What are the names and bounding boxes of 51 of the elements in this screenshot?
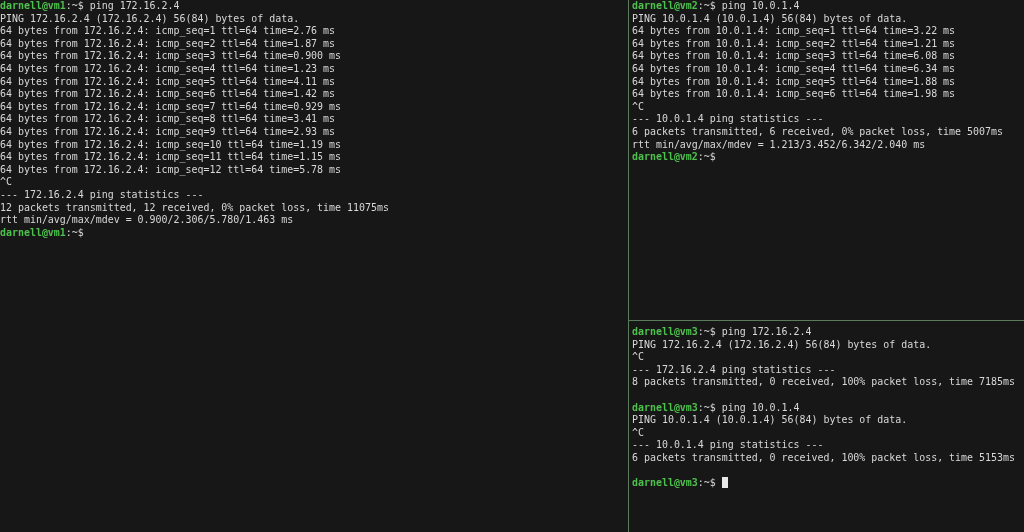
output-line: --- 172.16.2.4 ping statistics ---	[0, 188, 205, 202]
output-line: 64 bytes from 172.16.2.4: icmp_seq=8 ttl=64 time=3.41 ms	[0, 113, 337, 126]
output-line: ^C	[0, 176, 13, 189]
output-line: 64 bytes from 172.16.2.4: icmp_seq=10 ttl=64 time=1.19 ms	[0, 138, 343, 152]
output-line: 64 bytes from 172.16.2.4: icmp_seq=1 ttl=64 time=2.76 ms	[0, 25, 337, 38]
prompt-user: darnell@vm2	[632, 151, 698, 164]
command-text: :~$ ping 10.0.1.4	[697, 401, 800, 415]
prompt-user: darnell@vm2	[632, 0, 698, 13]
prompt-user: darnell@vm3	[632, 477, 698, 490]
prompt-user: darnell@vm1	[0, 0, 66, 13]
prompt-user: darnell@vm3	[632, 401, 698, 415]
output-line: --- 172.16.2.4 ping statistics ---	[632, 363, 837, 377]
output-line: PING 10.0.1.4 (10.0.1.4) 56(84) bytes of data.	[632, 12, 909, 26]
output-line: 8 packets transmitted, 0 received, 100% packet loss, time 7185ms	[632, 376, 1016, 389]
output-line: 6 packets transmitted, 0 received, 100% packet loss, time 5153ms	[632, 451, 1016, 465]
command-text: :~$ ping 10.0.1.4	[697, 0, 800, 13]
output-line: PING 172.16.2.4 (172.16.2.4) 56(84) bytes of data.	[632, 338, 933, 352]
output-line: 64 bytes from 172.16.2.4: icmp_seq=7 ttl=64 time=0.929 ms	[0, 100, 343, 114]
command-text: :~$	[697, 151, 716, 164]
output-line: 64 bytes from 10.0.1.4: icmp_seq=3 ttl=64 time=6.08 ms	[632, 50, 957, 63]
output-line: ^C	[632, 426, 645, 440]
output-line: 6 packets transmitted, 6 received, 0% packet loss, time 5007ms	[632, 125, 1004, 139]
output-line: 64 bytes from 172.16.2.4: icmp_seq=5 ttl=64 time=4.11 ms	[0, 75, 337, 89]
output-line: 64 bytes from 172.16.2.4: icmp_seq=6 ttl=64 time=1.42 ms	[0, 88, 337, 101]
output-line: rtt min/avg/max/mdev = 0.900/2.306/5.780/1.463 ms	[0, 214, 295, 227]
output-line: 64 bytes from 10.0.1.4: icmp_seq=5 ttl=64 time=1.88 ms	[632, 75, 957, 89]
output-line: 64 bytes from 172.16.2.4: icmp_seq=12 ttl=64 time=5.78 ms	[0, 163, 343, 177]
output-line: 64 bytes from 10.0.1.4: icmp_seq=1 ttl=64 time=3.22 ms	[632, 25, 957, 38]
output-line: rtt min/avg/max/mdev = 1.213/3.452/6.342/2.040 ms	[632, 138, 927, 152]
output-line: ^C	[632, 100, 645, 114]
output-line: 64 bytes from 10.0.1.4: icmp_seq=6 ttl=64 time=1.98 ms	[632, 88, 957, 101]
output-line: --- 10.0.1.4 ping statistics ---	[632, 439, 825, 452]
output-line: 64 bytes from 10.0.1.4: icmp_seq=4 ttl=64 time=6.34 ms	[632, 62, 957, 76]
output-line: --- 10.0.1.4 ping statistics ---	[632, 113, 825, 126]
output-line: 64 bytes from 172.16.2.4: icmp_seq=9 ttl=64 time=2.93 ms	[0, 125, 337, 139]
output-line: 64 bytes from 172.16.2.4: icmp_seq=2 ttl=64 time=1.87 ms	[0, 37, 337, 51]
output-line: 64 bytes from 172.16.2.4: icmp_seq=3 ttl=64 time=0.900 ms	[0, 50, 343, 63]
prompt-user: darnell@vm1	[0, 226, 66, 240]
output-line: PING 10.0.1.4 (10.0.1.4) 56(84) bytes of data.	[632, 414, 909, 427]
cursor	[721, 477, 728, 489]
command-text: :~$	[65, 226, 84, 240]
output-line: ^C	[632, 351, 645, 364]
command-text: :~$ ping 172.16.2.4	[697, 326, 812, 339]
output-line: 64 bytes from 172.16.2.4: icmp_seq=4 ttl=64 time=1.23 ms	[0, 62, 337, 76]
command-text: :~$ ping 172.16.2.4	[65, 0, 180, 13]
prompt-user: darnell@vm3	[632, 326, 698, 339]
command-text: :~$	[697, 477, 716, 490]
output-line: 64 bytes from 10.0.1.4: icmp_seq=2 ttl=64 time=1.21 ms	[632, 37, 957, 51]
output-line: PING 172.16.2.4 (172.16.2.4) 56(84) bytes of data.	[0, 12, 301, 26]
output-line: 12 packets transmitted, 12 received, 0% packet loss, time 11075ms	[0, 201, 390, 215]
output-line: 64 bytes from 172.16.2.4: icmp_seq=11 ttl=64 time=1.15 ms	[0, 151, 343, 164]
